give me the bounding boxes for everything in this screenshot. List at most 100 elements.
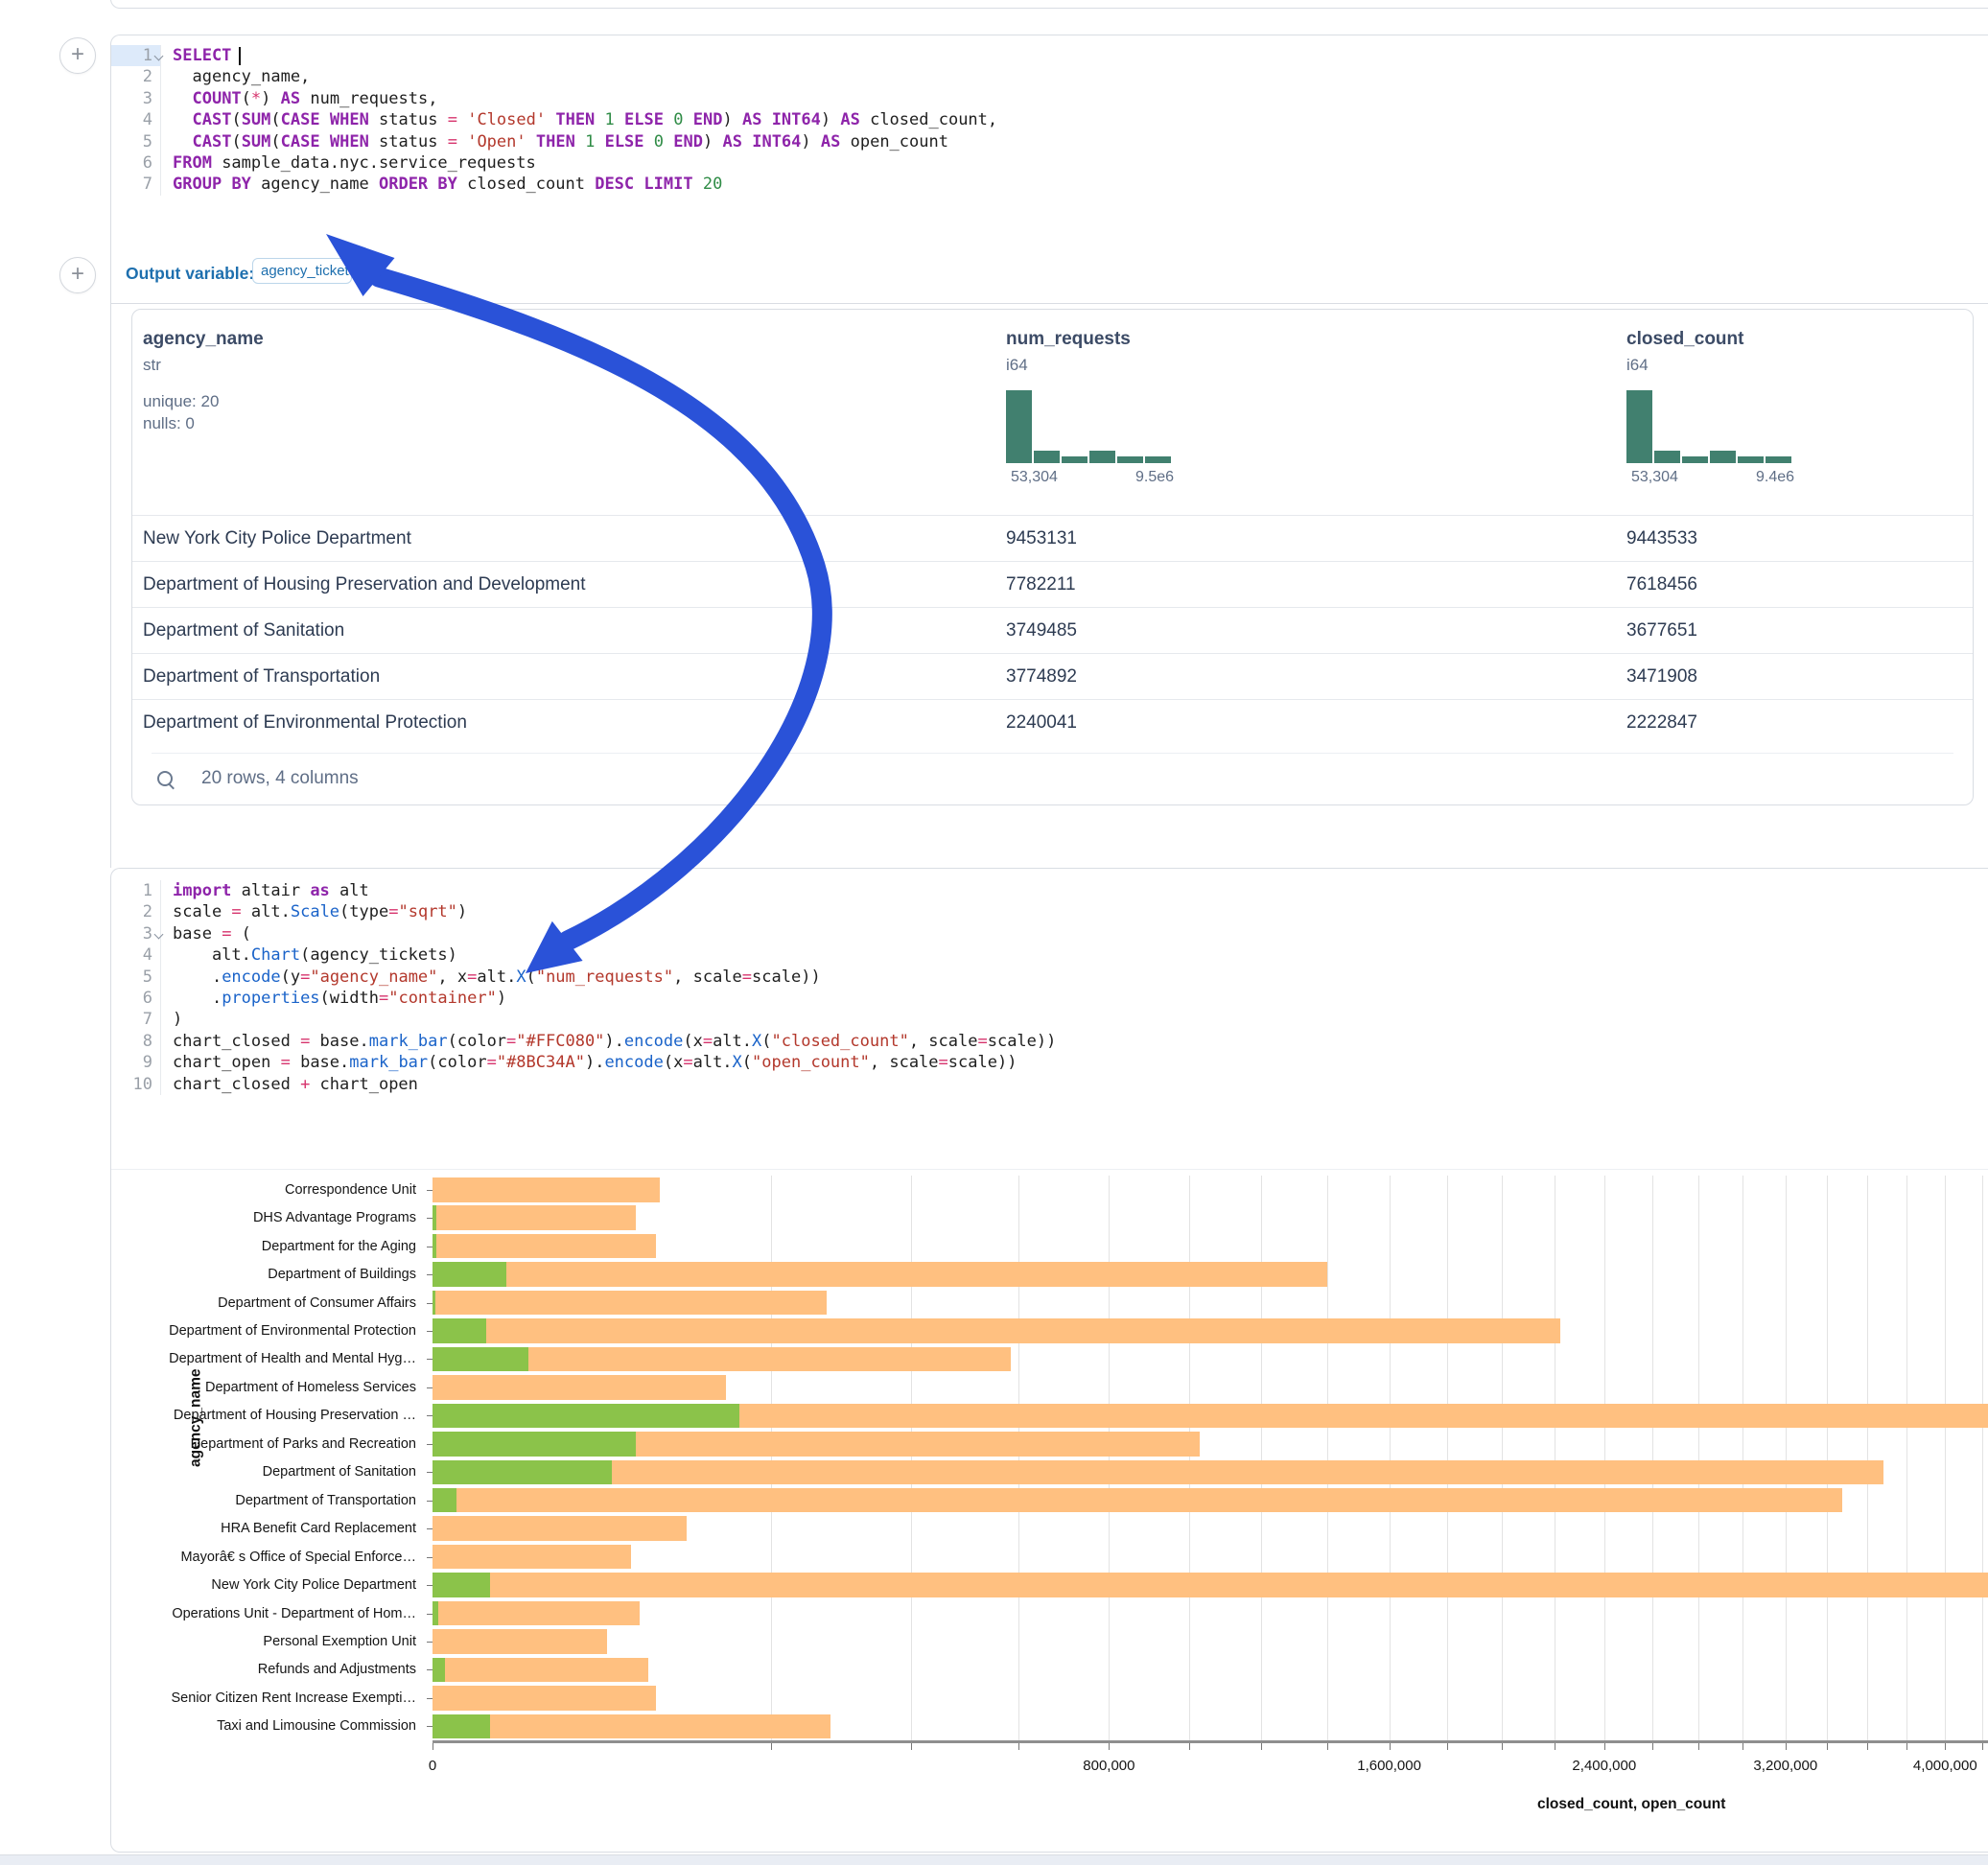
y-axis-label: Department of Environmental Protection: [111, 1323, 416, 1339]
bar-open-count: [433, 1432, 636, 1457]
output-variable-pill[interactable]: agency_tickets: [252, 258, 352, 284]
bar-closed-count: [433, 1516, 687, 1541]
y-axis-label: Correspondence Unit: [111, 1182, 416, 1198]
table-row[interactable]: Department of Sanitation37494853677651: [132, 607, 1973, 654]
add-cell-button-2[interactable]: +: [59, 257, 96, 293]
line-number: 6: [111, 152, 161, 174]
x-axis-tick-label: 1,600,000: [1357, 1758, 1421, 1774]
x-axis-tick: [1447, 1743, 1448, 1750]
sql-cell[interactable]: 1SELECT2 agency_name,3 COUNT(*) AS num_r…: [110, 35, 1988, 247]
column-header[interactable]: num_requests: [1006, 329, 1131, 350]
python-code-editor[interactable]: 1import altair as alt2scale = alt.Scale(…: [111, 869, 1988, 1095]
y-axis-label: Department for the Aging: [111, 1239, 416, 1254]
histogram-bin: [1006, 390, 1032, 463]
y-axis-tick: [427, 1359, 433, 1360]
column-histogram: [1626, 390, 1795, 463]
x-axis-tick: [771, 1743, 772, 1750]
y-axis-label: Taxi and Limousine Commission: [111, 1718, 416, 1734]
gridline: [911, 1176, 912, 1740]
gridline: [1827, 1176, 1828, 1740]
line-number: 7: [111, 174, 161, 195]
y-axis-label: Department of Housing Preservation …: [111, 1408, 416, 1423]
column-header[interactable]: closed_count: [1626, 329, 1743, 350]
histogram-bin: [1626, 390, 1652, 463]
histogram-bin: [1654, 451, 1680, 463]
x-axis-tick: [1698, 1743, 1699, 1750]
code-line[interactable]: 5 .encode(y="agency_name", x=alt.X("num_…: [111, 967, 1988, 988]
table-cell: New York City Police Department: [143, 516, 411, 562]
line-number: 4: [111, 944, 161, 966]
x-axis-tick: [1906, 1743, 1907, 1750]
histogram-bin: [1710, 451, 1736, 463]
table-row[interactable]: New York City Police Department945313194…: [132, 515, 1973, 562]
table-row[interactable]: Department of Environmental Protection 22…: [132, 699, 1973, 746]
line-number: 1: [111, 45, 161, 66]
column-header[interactable]: agency_name: [143, 329, 264, 350]
y-axis-label: Department of Parks and Recreation: [111, 1436, 416, 1452]
sql-code-editor[interactable]: 1SELECT2 agency_name,3 COUNT(*) AS num_r…: [111, 35, 1988, 196]
table-cell: Department of Environmental Protection: [143, 700, 467, 746]
histogram-min-label: 53,304: [1631, 469, 1678, 486]
code-line[interactable]: 10chart_closed + chart_open: [111, 1074, 1988, 1095]
code-line[interactable]: 3 COUNT(*) AS num_requests,: [111, 88, 1988, 109]
python-cell[interactable]: 1import altair as alt2scale = alt.Scale(…: [110, 868, 1988, 1853]
histogram-max-label: 9.5e6: [1135, 469, 1174, 486]
x-axis-tick: [911, 1743, 912, 1750]
code-line[interactable]: 6 .properties(width="container"): [111, 988, 1988, 1009]
code-line[interactable]: 7): [111, 1009, 1988, 1030]
line-number: 8: [111, 1031, 161, 1052]
y-axis-label: Department of Homeless Services: [111, 1380, 416, 1395]
histogram-bin: [1034, 451, 1060, 463]
code-line[interactable]: 2 agency_name,: [111, 66, 1988, 87]
histogram-bin: [1089, 451, 1115, 463]
code-line[interactable]: 3base = (: [111, 923, 1988, 944]
bar-open-count: [433, 1573, 490, 1597]
code-line[interactable]: 2scale = alt.Scale(type="sqrt"): [111, 901, 1988, 922]
gridline: [1982, 1176, 1983, 1740]
y-axis-label: DHS Advantage Programs: [111, 1210, 416, 1225]
bar-open-count: [433, 1318, 486, 1343]
x-axis-title: closed_count, open_count: [1537, 1796, 1725, 1813]
bar-open-count: [433, 1460, 612, 1485]
gridline: [1189, 1176, 1190, 1740]
y-axis-tick: [427, 1218, 433, 1219]
y-axis-tick: [427, 1387, 433, 1388]
output-variable-label: Output variable:: [126, 264, 254, 284]
y-axis-label: Department of Consumer Affairs: [111, 1295, 416, 1311]
x-axis-tick: [1327, 1743, 1328, 1750]
code-line[interactable]: 1import altair as alt: [111, 880, 1988, 901]
add-cell-button[interactable]: +: [59, 37, 96, 74]
code-line[interactable]: 8chart_closed = base.mark_bar(color="#FF…: [111, 1031, 1988, 1052]
y-axis-tick: [427, 1726, 433, 1727]
table-cell: 9443533: [1626, 516, 1697, 562]
y-axis-tick: [427, 1331, 433, 1332]
code-line[interactable]: 4 alt.Chart(agency_tickets): [111, 944, 1988, 966]
code-line[interactable]: 7GROUP BY agency_name ORDER BY closed_co…: [111, 174, 1988, 195]
bar-open-count: [433, 1291, 435, 1316]
table-cell: 2222847: [1626, 700, 1697, 746]
gridline: [1502, 1176, 1503, 1740]
code-line[interactable]: 9chart_open = base.mark_bar(color="#8BC3…: [111, 1052, 1988, 1073]
bar-closed-count: [433, 1318, 1560, 1343]
x-axis-tick-label: 2,400,000: [1572, 1758, 1636, 1774]
table-row[interactable]: Department of Transportation377489234719…: [132, 653, 1973, 700]
y-axis-tick: [427, 1444, 433, 1445]
code-line[interactable]: 1SELECT: [111, 45, 1988, 66]
gridline: [1447, 1176, 1448, 1740]
y-axis-tick: [427, 1642, 433, 1643]
cell-rail: [110, 303, 111, 868]
table-row[interactable]: Department of Housing Preservation and D…: [132, 561, 1973, 608]
table-cell: 7618456: [1626, 562, 1697, 608]
code-line[interactable]: 5 CAST(SUM(CASE WHEN status = 'Open' THE…: [111, 131, 1988, 152]
code-line[interactable]: 6FROM sample_data.nyc.service_requests: [111, 152, 1988, 174]
code-line[interactable]: 4 CAST(SUM(CASE WHEN status = 'Closed' T…: [111, 109, 1988, 130]
y-axis-tick: [427, 1501, 433, 1502]
y-axis-label: Department of Sanitation: [111, 1464, 416, 1480]
gridline: [1261, 1176, 1262, 1740]
search-icon[interactable]: [156, 770, 175, 789]
y-axis-label: New York City Police Department: [111, 1577, 416, 1593]
x-axis-tick: [1652, 1743, 1653, 1750]
line-number: 2: [111, 66, 161, 87]
bar-closed-count: [433, 1177, 660, 1202]
bar-open-count: [433, 1347, 528, 1372]
